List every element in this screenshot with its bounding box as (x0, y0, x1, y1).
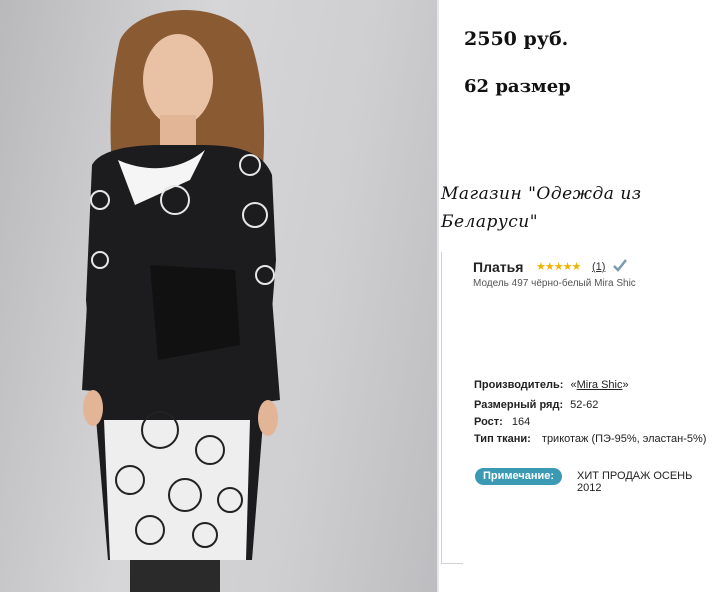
spec-fabric-label: Тип ткани: (474, 433, 531, 445)
spec-fabric: Тип ткани: трикотаж (ПЭ-95%, эластан-5%) (474, 433, 706, 445)
card-border (441, 252, 442, 564)
rating-count-link[interactable]: (1) (592, 261, 605, 273)
spec-maker: Производитель: «Mira Shic» (474, 379, 629, 391)
spec-maker-label: Производитель: (474, 379, 564, 391)
note-badge: Примечание: (475, 468, 563, 485)
rating-stars: ★★★★★ (536, 261, 581, 273)
spec-size-range-label: Размерный ряд: (474, 399, 564, 411)
card-border-bottom (441, 563, 463, 564)
note-text: ХИТ ПРОДАЖ ОСЕНЬ 2012 (577, 470, 693, 494)
spec-maker-quote-close: » (622, 379, 629, 391)
spec-height-value: 164 (511, 416, 531, 428)
maker-link[interactable]: Mira Shic (577, 379, 623, 391)
model-name: Модель 497 чёрно-белый Mira Shic (473, 278, 636, 289)
spec-height-label: Рост: (474, 416, 503, 428)
category-title[interactable]: Платья (473, 259, 523, 275)
shop-name-line2: Беларуси" (441, 212, 539, 232)
size-label: 62 размер (464, 76, 571, 97)
spec-size-range-value: 52-62 (570, 399, 599, 411)
product-photo (0, 0, 437, 592)
panel-divider (437, 0, 439, 592)
spec-height: Рост: 164 (474, 416, 530, 428)
price: 2550 руб. (464, 28, 569, 50)
shop-name-line1: Магазин "Одежда из (441, 184, 642, 204)
spec-size-range: Размерный ряд: 52-62 (474, 399, 598, 411)
shop-name: Магазин "Одежда из Беларуси" (441, 180, 691, 236)
spec-fabric-value: трикотаж (ПЭ-95%, эластан-5%) (541, 433, 707, 445)
checkmark-icon (613, 259, 627, 272)
